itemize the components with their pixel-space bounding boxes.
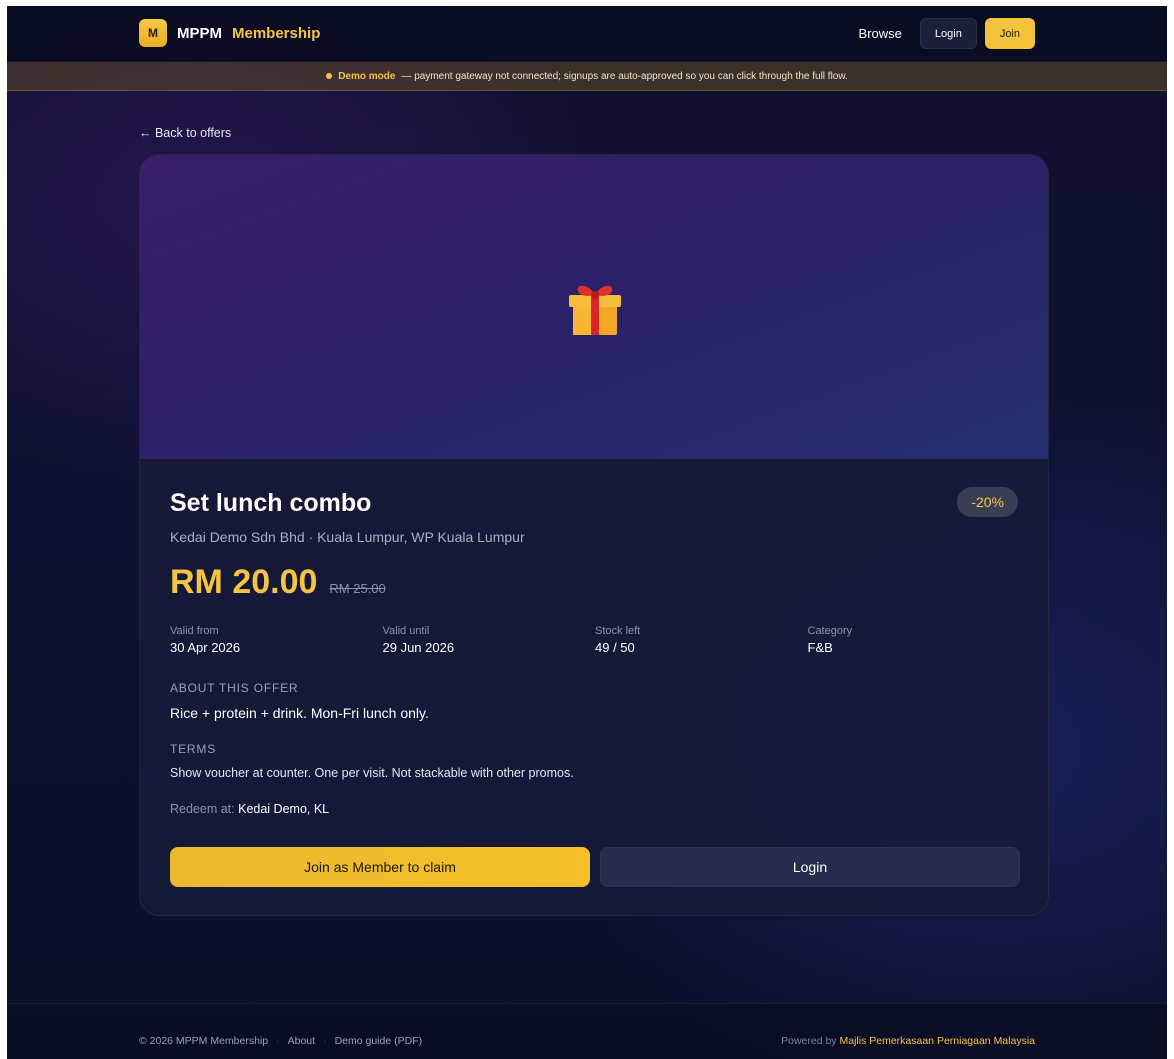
terms-section-heading: TERMS	[170, 742, 216, 756]
gift-icon	[569, 285, 621, 335]
redeem-value: Kedai Demo, KL	[238, 802, 330, 816]
back-to-offers-link[interactable]: ← Back to offers	[139, 126, 231, 140]
meta-stock-left: Stock left 49 / 50	[595, 625, 808, 655]
join-button[interactable]: Join	[984, 18, 1035, 49]
offer-hero	[140, 155, 1048, 459]
meta-value: 30 Apr 2026	[170, 640, 241, 655]
footer-separator: ·	[276, 1035, 280, 1047]
merchant-location: Kedai Demo Sdn Bhd · Kuala Lumpur, WP Ku…	[170, 529, 525, 545]
terms-text: Show voucher at counter. One per visit. …	[170, 766, 574, 780]
demo-mode-text: — payment gateway not connected; signups…	[401, 70, 848, 82]
footer-powered-by: Powered by Majlis Pemerkasaan Perniagaan…	[781, 1035, 1035, 1047]
top-nav: Browse Login Join	[849, 18, 1035, 49]
footer-separator: ·	[323, 1035, 327, 1047]
offer-details: Set lunch combo -20% Kedai Demo Sdn Bhd …	[170, 459, 1020, 915]
footer-links: © 2026 MPPM Membership · About · Demo gu…	[139, 1035, 422, 1047]
meta-valid-until: Valid until 29 Jun 2026	[383, 625, 596, 655]
brand-name: MPPM	[177, 24, 222, 42]
offer-meta: Valid from 30 Apr 2026 Valid until 29 Ju…	[170, 625, 1020, 655]
meta-valid-from: Valid from 30 Apr 2026	[170, 625, 383, 655]
meta-label: Stock left	[595, 625, 641, 637]
join-to-claim-button[interactable]: Join as Member to claim	[170, 847, 590, 887]
meta-label: Valid from	[170, 625, 219, 637]
powered-by-label: Powered by	[781, 1035, 837, 1047]
price-row: RM 20.00 RM 25.00	[170, 563, 386, 602]
meta-value: 49 / 50	[595, 640, 635, 655]
footer-about-link[interactable]: About	[288, 1035, 315, 1047]
footer-org-link[interactable]: Majlis Pemerkasaan Perniagaan Malaysia	[839, 1035, 1035, 1047]
brand[interactable]: M MPPM Membership	[139, 19, 320, 47]
demo-mode-label: Demo mode	[338, 70, 396, 82]
redeem-location: Redeem at: Kedai Demo, KL	[170, 802, 329, 816]
login-button[interactable]: Login	[919, 18, 977, 49]
meta-value: 29 Jun 2026	[382, 640, 455, 655]
nav-browse-link[interactable]: Browse	[849, 26, 912, 41]
top-navbar: M MPPM Membership Browse Login Join	[7, 6, 1167, 62]
footer: © 2026 MPPM Membership · About · Demo gu…	[7, 1003, 1167, 1059]
offer-title: Set lunch combo	[170, 489, 372, 517]
about-text: Rice + protein + drink. Mon-Fri lunch on…	[170, 705, 429, 721]
meta-label: Valid until	[382, 625, 430, 637]
offer-card: Set lunch combo -20% Kedai Demo Sdn Bhd …	[139, 154, 1049, 916]
demo-mode-banner: Demo mode — payment gateway not connecte…	[7, 62, 1167, 91]
footer-copyright: © 2026 MPPM Membership	[139, 1035, 269, 1047]
brand-logo: M	[139, 19, 167, 47]
window-frame-right	[1167, 0, 1174, 1059]
about-section-heading: ABOUT THIS OFFER	[170, 681, 299, 695]
discount-badge: -20%	[957, 487, 1018, 517]
meta-value: F&B	[807, 640, 833, 655]
meta-category: Category F&B	[808, 625, 1021, 655]
original-price: RM 25.00	[329, 581, 386, 596]
status-dot-icon	[326, 73, 333, 79]
card-login-button[interactable]: Login	[600, 847, 1020, 887]
meta-label: Category	[807, 625, 853, 637]
offer-price: RM 20.00	[170, 563, 318, 601]
window-frame-left	[0, 0, 7, 1059]
footer-demo-guide-link[interactable]: Demo guide (PDF)	[335, 1035, 423, 1047]
brand-name-accent: Membership	[232, 24, 321, 42]
redeem-label: Redeem at:	[170, 802, 235, 816]
